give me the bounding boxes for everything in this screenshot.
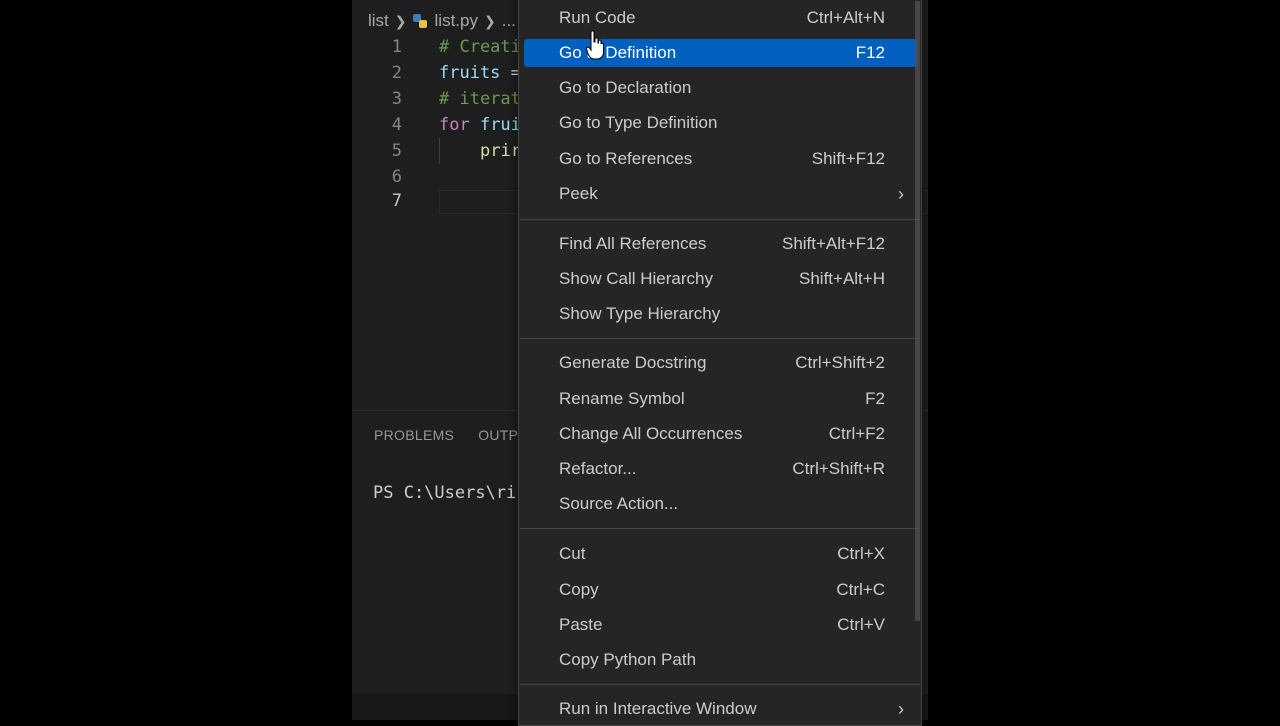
chevron-right-icon: ❯ [394,12,407,29]
menu-item-label: Paste [559,615,603,634]
menu-item-shortcut: Ctrl+F2 [828,424,885,443]
menu-item-show-call-hierarchy[interactable]: Show Call Hierarchy Shift+Alt+H [524,265,918,293]
menu-item-label: Change All Occurrences [559,424,743,443]
breadcrumb-file[interactable]: list.py [435,11,478,31]
menu-item-shortcut: Shift+Alt+F12 [781,234,885,253]
menu-item-peek[interactable]: Peek › [524,180,918,208]
menu-item-shortcut: Ctrl+C [836,580,885,599]
menu-item-generate-docstring[interactable]: Generate Docstring Ctrl+Shift+2 [524,349,918,377]
menu-item-run-code[interactable]: Run Code Ctrl+Alt+N [524,4,918,32]
menu-item-label: Source Action... [559,494,679,513]
menu-item-show-type-hierarchy[interactable]: Show Type Hierarchy [524,300,918,328]
menu-item-shortcut: Shift+F12 [811,149,885,168]
menu-item-label: Show Call Hierarchy [559,269,713,288]
code-text: prir [480,141,521,161]
menu-item-label: Go to References [559,149,693,168]
code-text: # iterat [439,89,521,109]
menu-item-copy[interactable]: Copy Ctrl+C [524,576,918,604]
menu-item-cut[interactable]: Cut Ctrl+X [524,540,918,568]
menu-item-label: Generate Docstring [559,353,707,372]
terminal-prompt[interactable]: PS C:\Users\ri [373,483,516,503]
menu-item-shortcut: Ctrl+V [837,615,885,634]
menu-item-label: Cut [559,544,586,563]
menu-item-shortcut: Ctrl+Shift+2 [795,353,885,372]
line-number: 3 [391,89,402,109]
breadcrumb: list ❯ list.py ❯ ... [368,9,516,33]
menu-separator [520,338,920,339]
hand-cursor-icon [586,30,604,60]
code-text: fruits = [439,60,521,86]
menu-item-label: Show Type Hierarchy [559,304,721,323]
menu-item-find-all-references[interactable]: Find All References Shift+Alt+F12 [524,230,918,258]
code-text: # Creati [439,37,521,57]
menu-item-label: Rename Symbol [559,389,685,408]
menu-item-paste[interactable]: Paste Ctrl+V [524,611,918,639]
menu-item-shortcut: Ctrl+X [837,544,885,563]
menu-item-go-to-references[interactable]: Go to References Shift+F12 [524,145,918,173]
menu-separator [520,219,920,220]
menu-item-shortcut: F2 [865,389,885,408]
menu-item-label: Run in Interactive Window [559,699,757,718]
line-number: 1 [391,37,402,57]
line-number: 5 [391,141,402,161]
menu-item-shortcut: Ctrl+Shift+R [792,459,885,478]
line-number: 2 [391,63,402,83]
breadcrumb-folder[interactable]: list [368,11,389,31]
menu-scrollbar[interactable] [915,1,920,621]
python-file-icon [412,14,427,28]
menu-separator [520,684,920,685]
menu-item-go-to-type-definition[interactable]: Go to Type Definition [524,109,918,137]
menu-separator [520,528,920,529]
chevron-right-icon: › [898,184,904,204]
menu-item-refactor[interactable]: Refactor... Ctrl+Shift+R [524,455,918,483]
menu-item-label: Go to Declaration [559,78,692,97]
chevron-right-icon: › [898,699,904,719]
breadcrumb-more[interactable]: ... [502,11,516,31]
menu-item-label: Go to Definition [559,43,677,62]
menu-item-go-to-definition[interactable]: Go to Definition F12 [524,39,918,67]
code-text: for frui [439,112,521,138]
menu-item-copy-python-path[interactable]: Copy Python Path [524,646,918,674]
menu-item-label: Run Code [559,8,636,27]
code-token-variable: frui [469,115,521,135]
panel-tabs: PROBLEMS OUTPU [374,427,529,443]
menu-item-shortcut: F12 [855,43,885,62]
menu-item-label: Refactor... [559,459,637,478]
menu-item-shortcut: Ctrl+Alt+N [806,8,885,27]
chevron-right-icon: ❯ [483,12,496,29]
menu-item-change-all-occurrences[interactable]: Change All Occurrences Ctrl+F2 [524,420,918,448]
line-number: 7 [391,191,402,211]
context-menu: Run Code Ctrl+Alt+N Go to Definition F12… [518,0,922,726]
tab-problems[interactable]: PROBLEMS [374,427,454,443]
menu-item-label: Peek [559,184,598,203]
line-number: 4 [391,115,402,135]
menu-item-rename-symbol[interactable]: Rename Symbol F2 [524,385,918,413]
menu-item-label: Go to Type Definition [559,113,718,132]
code-token-keyword: for [439,115,470,135]
menu-item-go-to-declaration[interactable]: Go to Declaration [524,74,918,102]
menu-item-source-action[interactable]: Source Action... [524,490,918,518]
line-number: 6 [391,167,402,187]
menu-item-shortcut: Shift+Alt+H [799,269,885,288]
code-token-variable: fruits [439,63,501,83]
menu-item-label: Copy Python Path [559,650,697,669]
menu-item-label: Copy [559,580,599,599]
menu-item-run-in-interactive-window[interactable]: Run in Interactive Window › [524,695,918,723]
menu-item-label: Find All References [559,234,707,253]
